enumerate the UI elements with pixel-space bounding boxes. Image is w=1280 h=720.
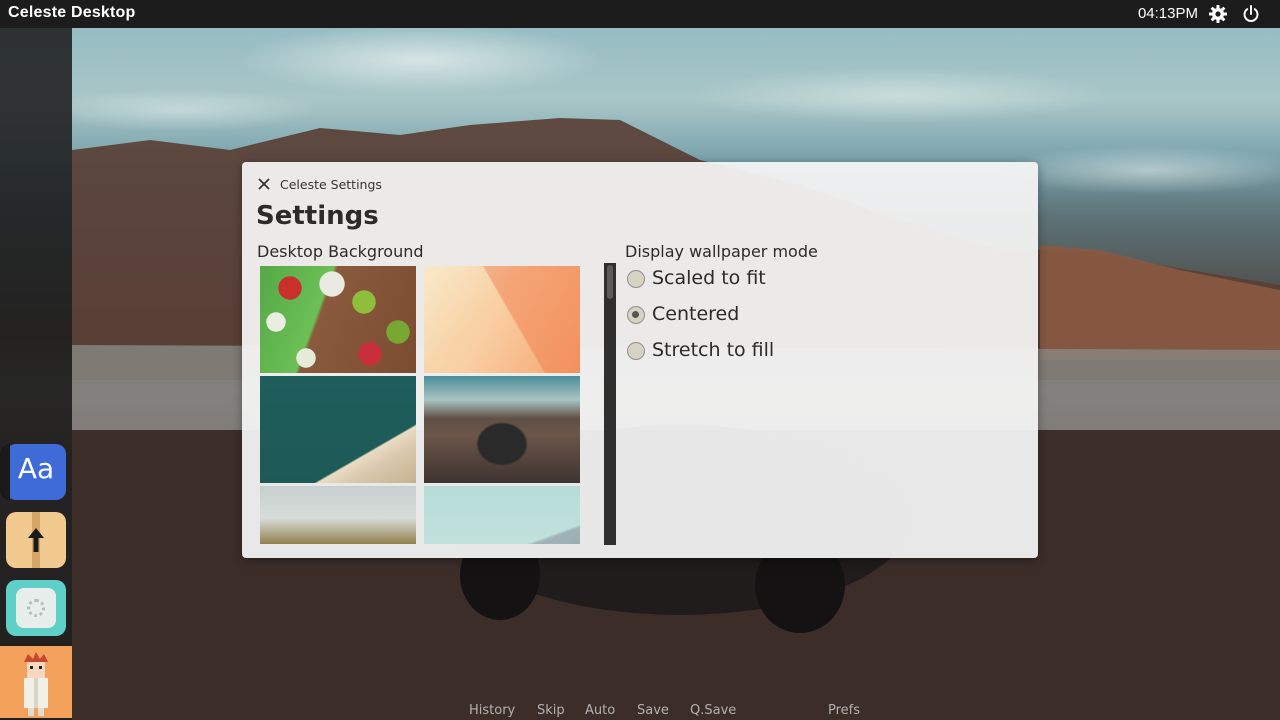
desktop-background-label: Desktop Background bbox=[257, 242, 424, 261]
fonts-app-icon[interactable]: Aa bbox=[0, 444, 66, 500]
radio-button[interactable] bbox=[627, 342, 645, 360]
display-mode-label: Display wallpaper mode bbox=[625, 242, 818, 261]
clock: 04:13PM bbox=[1137, 5, 1198, 22]
window-title: Celeste Settings bbox=[280, 177, 382, 192]
quick-menu-prefs[interactable]: Prefs bbox=[828, 703, 860, 718]
software-center-icon[interactable] bbox=[6, 580, 66, 636]
gear-icon[interactable] bbox=[1208, 4, 1228, 24]
wallpaper-thumb-forest-hills[interactable] bbox=[260, 486, 416, 544]
up-arrow-icon bbox=[28, 528, 44, 552]
radio-button-selected[interactable] bbox=[627, 306, 645, 324]
wallpaper-thumb-lake-shore[interactable] bbox=[260, 376, 416, 483]
radio-button[interactable] bbox=[627, 270, 645, 288]
wallpaper-scrollbar[interactable] bbox=[604, 263, 616, 545]
radio-label: Scaled to fit bbox=[652, 267, 766, 289]
quick-menu: History Skip Auto Save Q.Save Prefs bbox=[0, 702, 1280, 720]
quick-menu-qsave[interactable]: Q.Save bbox=[690, 703, 736, 718]
wallpaper-grid bbox=[260, 266, 582, 544]
close-icon[interactable] bbox=[256, 176, 272, 192]
top-bar: Celeste Desktop 04:13PM bbox=[0, 0, 1280, 28]
power-icon[interactable] bbox=[1241, 4, 1261, 24]
dock: Aa bbox=[0, 28, 72, 720]
quick-menu-history[interactable]: History bbox=[469, 703, 515, 718]
wallpaper-thumb-apples[interactable] bbox=[260, 266, 416, 373]
wallpaper-thumb-blue-mountain[interactable] bbox=[424, 486, 580, 544]
quick-menu-save[interactable]: Save bbox=[637, 703, 669, 718]
fonts-app-label: Aa bbox=[17, 452, 55, 485]
desktop-title: Celeste Desktop bbox=[8, 4, 136, 21]
software-center-inner bbox=[16, 588, 56, 628]
radio-label: Centered bbox=[652, 303, 740, 325]
archive-app-icon[interactable] bbox=[6, 512, 66, 568]
scrollbar-handle[interactable] bbox=[607, 265, 613, 299]
radio-label: Stretch to fill bbox=[652, 339, 775, 361]
quick-menu-skip[interactable]: Skip bbox=[537, 703, 565, 718]
settings-window: Celeste Settings Settings Desktop Backgr… bbox=[242, 162, 1038, 558]
wallpaper-thumb-peach-gradient[interactable] bbox=[424, 266, 580, 373]
page-title: Settings bbox=[256, 201, 379, 231]
wallpaper-thumb-jeep-mountain[interactable] bbox=[424, 376, 580, 483]
quick-menu-auto[interactable]: Auto bbox=[585, 703, 615, 718]
